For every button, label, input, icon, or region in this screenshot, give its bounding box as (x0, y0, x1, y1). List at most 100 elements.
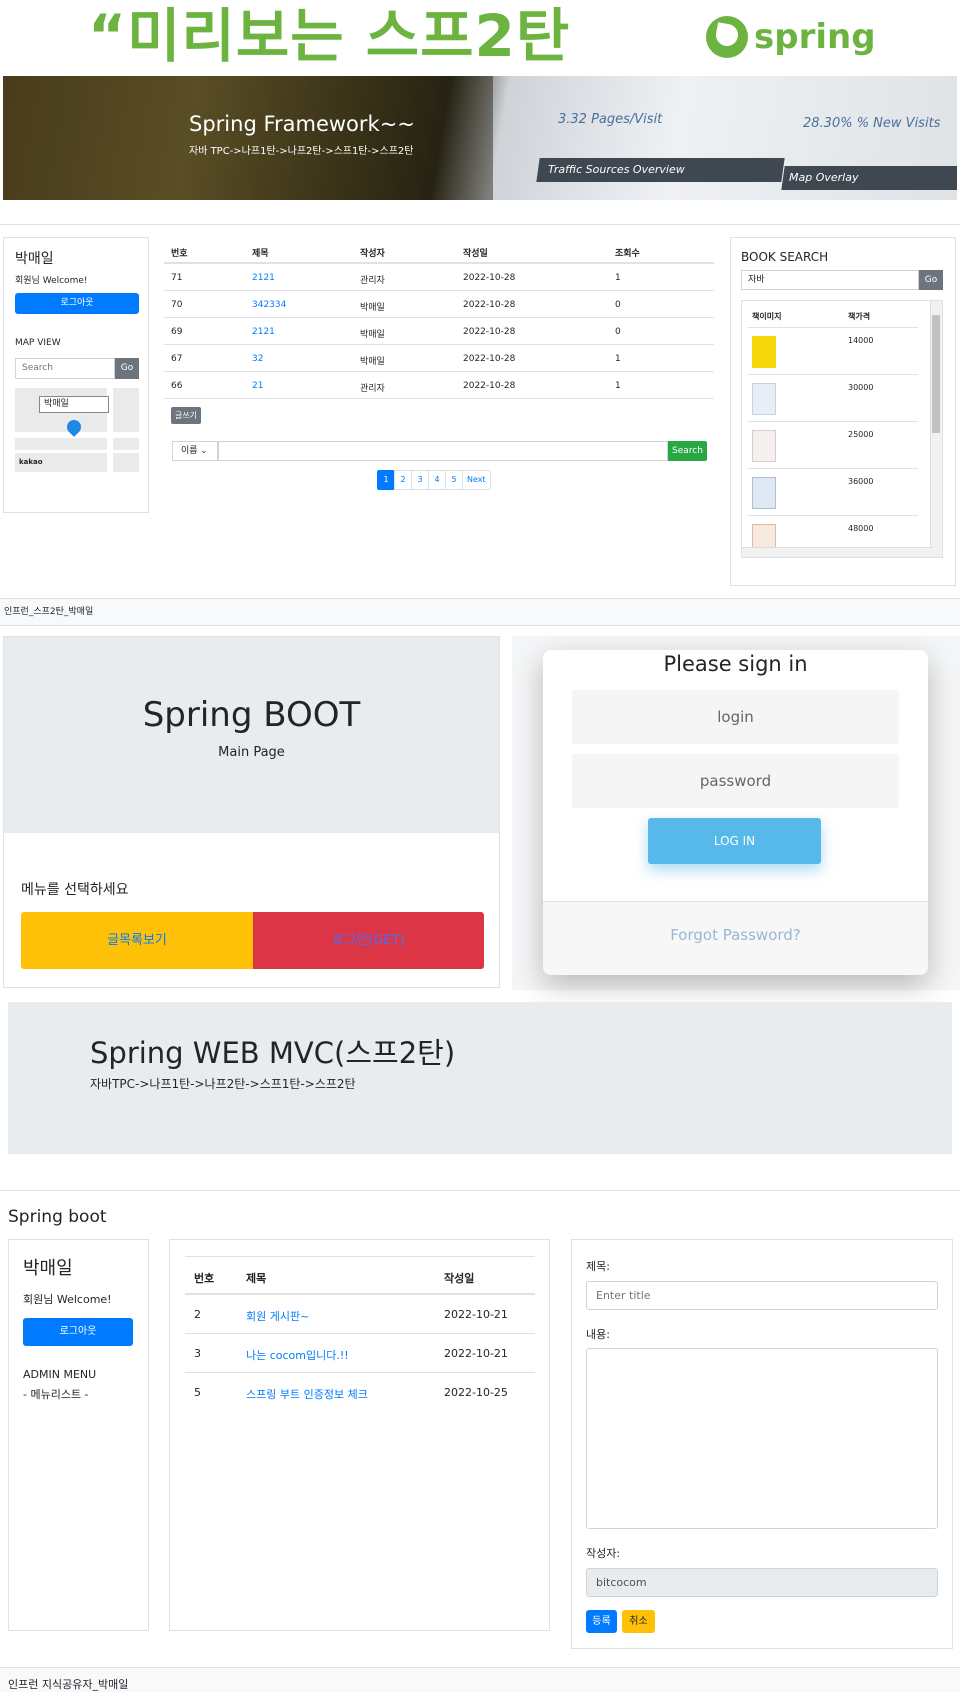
boot-board-table: 번호 제목 작성일 2 회원 게시판~ 2022-10-21 3 나는 coco… (169, 1239, 550, 1631)
vertical-scrollbar[interactable] (930, 301, 942, 557)
row-date: 2022-10-28 (463, 327, 516, 337)
book-price: 30000 (848, 383, 874, 392)
divider (0, 224, 960, 225)
row-views: 0 (615, 327, 621, 337)
page-5-link[interactable]: 5 (445, 470, 463, 490)
select-value: 이름 (181, 446, 198, 456)
welcome-text: 회원님 Welcome! (23, 1293, 112, 1306)
row-date: 2022-10-28 (463, 273, 516, 283)
map-go-button[interactable]: Go (115, 358, 139, 379)
author-input[interactable]: bitcocom (586, 1568, 938, 1597)
board-search-input[interactable] (218, 441, 668, 461)
password-input[interactable]: password (572, 754, 899, 808)
content-label: 내용: (586, 1328, 610, 1341)
logout-button[interactable]: 로그아웃 (15, 293, 139, 314)
mvc-title: Spring WEB MVC(스프2탄) (90, 1036, 456, 1070)
author-label: 작성자: (586, 1547, 621, 1560)
row-title-link[interactable]: 스프링 부트 인증정보 체크 (246, 1386, 368, 1402)
banner-metric-visits: 28.30% % New Visits (803, 116, 941, 131)
book-cover-image (752, 336, 776, 368)
page-1-link[interactable]: 1 (377, 470, 395, 490)
row-title-link[interactable]: 나는 cocom입니다.!! (246, 1347, 349, 1363)
next-page-link[interactable]: Next (462, 470, 491, 490)
table-row: 66 21 관리자 2022-10-28 1 (164, 372, 714, 399)
boot-main-card: Spring BOOT Main Page 메뉴를 선택하세요 글목록보기 로그… (3, 636, 500, 988)
col-header-date: 작성일 (463, 249, 488, 259)
row-date: 2022-10-25 (444, 1386, 508, 1399)
footer-bar (0, 598, 960, 626)
book-row: 14000 (748, 327, 918, 374)
divider (0, 1190, 960, 1191)
write-button[interactable]: 글쓰기 (171, 407, 201, 424)
scrollbar-thumb[interactable] (932, 315, 940, 433)
row-title-link[interactable]: 21 (252, 381, 263, 391)
board-search-button[interactable]: Search (668, 441, 707, 461)
kakao-logo: kakao (19, 458, 43, 466)
map-search-input[interactable]: Search (15, 358, 115, 379)
banner-title: Spring Framework~~ (189, 112, 415, 136)
signin-card: Please sign in login password LOG IN For… (543, 650, 928, 975)
row-no: 67 (171, 354, 183, 364)
row-no: 71 (171, 273, 183, 283)
login-input[interactable]: login (572, 690, 899, 744)
board-list-button[interactable]: 글목록보기 (21, 912, 253, 969)
row-no: 69 (171, 327, 183, 337)
title-input[interactable]: Enter title (586, 1281, 938, 1310)
book-row: 25000 (748, 421, 918, 468)
book-price: 14000 (848, 336, 874, 345)
forgot-password-link[interactable]: Forgot Password? (543, 926, 928, 944)
table-row: 70 342334 박매일 2022-10-28 0 (164, 291, 714, 318)
col-header-title: 제목 (252, 249, 269, 259)
map-view-label: MAP VIEW (15, 338, 61, 348)
content-textarea[interactable] (586, 1348, 938, 1529)
row-no: 5 (194, 1386, 201, 1399)
page-2-link[interactable]: 2 (394, 470, 412, 490)
row-title-link[interactable]: 2121 (252, 327, 275, 337)
username: 박매일 (15, 251, 54, 267)
row-date: 2022-10-21 (444, 1308, 508, 1321)
row-author: 박매일 (360, 330, 385, 340)
register-button[interactable]: 등록 (586, 1610, 617, 1633)
row-views: 1 (615, 354, 621, 364)
menu-list-label: - 메뉴리스트 - (23, 1388, 89, 1401)
boot-title: Spring BOOT (142, 695, 361, 735)
logout-button[interactable]: 로그아웃 (23, 1318, 133, 1346)
login-get-button[interactable]: 로그인(GET) (253, 912, 484, 969)
cancel-button[interactable]: 취소 (622, 1610, 655, 1633)
row-title-link[interactable]: 2121 (252, 273, 275, 283)
book-price: 48000 (848, 524, 874, 533)
search-field-select[interactable]: 이름 ⌄ (172, 441, 218, 461)
book-go-button[interactable]: Go (919, 270, 943, 290)
table-header-row: 번호 제목 작성일 (185, 1256, 535, 1295)
page-3-link[interactable]: 3 (411, 470, 429, 490)
row-title-link[interactable]: 회원 게시판~ (246, 1308, 309, 1324)
book-cover-image (752, 477, 776, 509)
jumbotron (4, 637, 499, 833)
row-title-link[interactable]: 32 (252, 354, 263, 364)
table-row: 3 나는 cocom입니다.!! 2022-10-21 (185, 1334, 535, 1373)
kakao-map[interactable]: 박매일 kakao (15, 388, 139, 472)
row-title-link[interactable]: 342334 (252, 300, 286, 310)
col-header-title: 제목 (246, 1272, 267, 1285)
hero-banner: 3.32 Pages/Visit 28.30% % New Visits Tra… (3, 76, 957, 200)
page-4-link[interactable]: 4 (428, 470, 446, 490)
book-search-input[interactable]: 자바 (741, 270, 919, 290)
row-no: 70 (171, 300, 183, 310)
book-search-title: BOOK SEARCH (741, 250, 829, 264)
row-author: 박매일 (360, 303, 385, 313)
menu-prompt: 메뉴를 선택하세요 (21, 882, 129, 898)
banner-tab-traffic: Traffic Sources Overview (548, 163, 685, 176)
book-cover-image (752, 430, 776, 462)
book-results-list[interactable]: 책이미지 책가격 14000 30000 25000 36000 48000 (741, 300, 943, 558)
spring-leaf-icon (706, 16, 748, 58)
title-label: 제목: (586, 1260, 610, 1273)
login-button[interactable]: LOG IN (648, 818, 821, 864)
table-row: 67 32 박매일 2022-10-28 1 (164, 345, 714, 372)
col-header-views: 조회수 (615, 249, 640, 259)
horizontal-scrollbar[interactable] (742, 547, 932, 557)
boot-subtitle: Main Page (218, 745, 285, 760)
row-date: 2022-10-28 (463, 381, 516, 391)
row-no: 66 (171, 381, 183, 391)
row-views: 0 (615, 300, 621, 310)
col-header-no: 번호 (171, 249, 188, 259)
